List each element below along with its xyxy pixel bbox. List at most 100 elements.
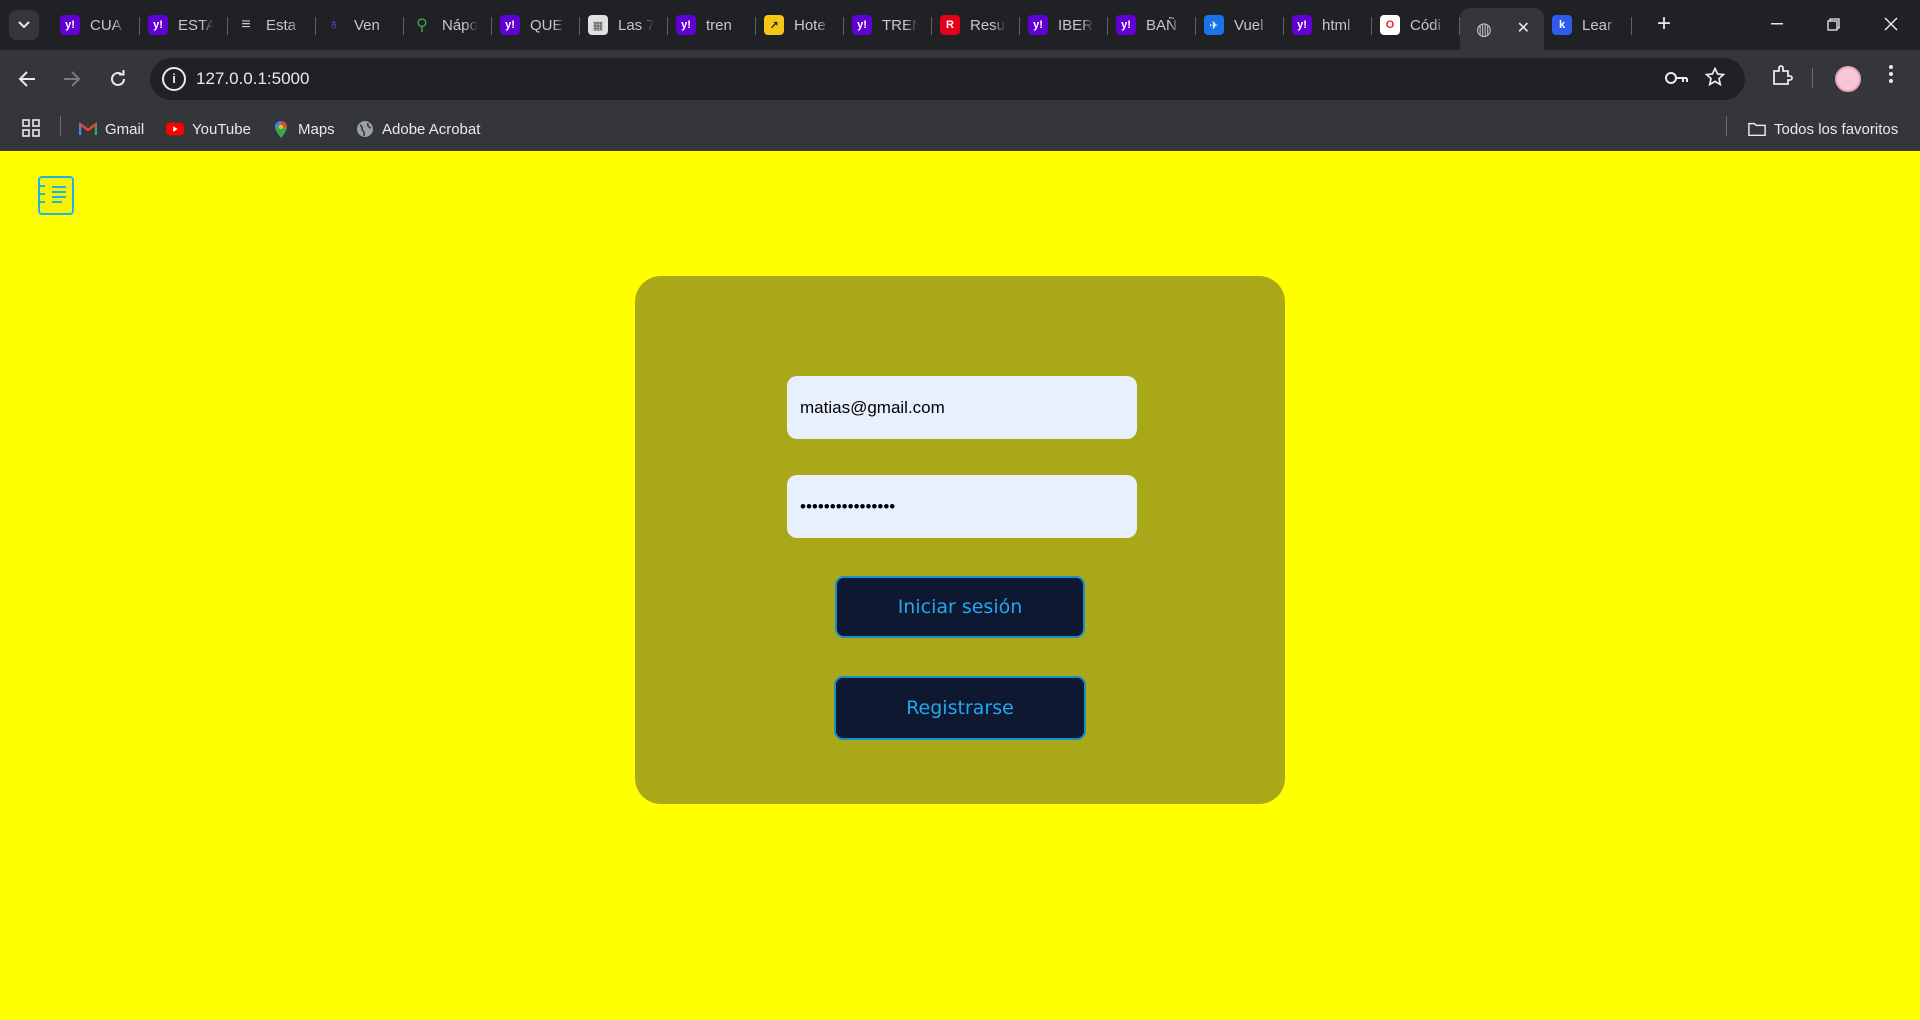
reload-icon	[111, 70, 125, 86]
tab[interactable]: y! BAÑ	[1108, 8, 1196, 42]
url-text[interactable]: 127.0.0.1:5000	[196, 69, 309, 89]
globe-icon: ◍	[1474, 19, 1494, 39]
maps-pin-icon: ⚲	[412, 15, 432, 35]
tab[interactable]: y! CUA	[52, 8, 140, 42]
tab-title: IBER	[1058, 16, 1094, 34]
profile-avatar[interactable]	[1835, 66, 1861, 92]
tab[interactable]: y! IBER	[1020, 8, 1108, 42]
tab-title: Las 7	[618, 16, 654, 34]
bookmarks-divider	[60, 116, 61, 136]
tab-title: BAÑ	[1146, 16, 1177, 34]
page-content: matias@gmail.com •••••••••••••••• Inicia…	[0, 151, 1920, 1020]
tab-strip: y! CUA y! ESTA ≡ Esta ♁ Ven ⚲ Nápo y! QUE ▦ Las 7 y! tr…	[0, 0, 1920, 50]
password-field[interactable]: ••••••••••••••••	[787, 475, 1137, 538]
tab-title: Esta	[266, 16, 297, 34]
tab-title: Nápo	[442, 16, 478, 34]
tab-list: y! CUA y! ESTA ≡ Esta ♁ Ven ⚲ Nápo y! QUE ▦ Las 7 y! tr…	[52, 8, 1632, 50]
tab-title: QUE	[530, 16, 563, 34]
tab[interactable]: k Lear	[1544, 8, 1632, 42]
maps-icon	[272, 120, 290, 138]
extensions-icon[interactable]	[1771, 64, 1793, 92]
bookmark-label: YouTube	[192, 120, 251, 138]
login-button[interactable]: Iniciar sesión	[835, 576, 1085, 638]
bookmarks-bar: Gmail YouTube Maps Adobe Acrobat Todos l…	[0, 108, 1920, 151]
key-icon[interactable]	[1665, 68, 1689, 91]
tab-title: html	[1322, 16, 1351, 34]
forward-button[interactable]	[57, 64, 87, 94]
tab[interactable]: y! ESTA	[140, 8, 228, 42]
figure-icon: ♁	[324, 15, 344, 35]
star-icon[interactable]	[1704, 66, 1726, 93]
site-info-icon[interactable]: i	[162, 67, 186, 91]
opera-icon: O	[1380, 15, 1400, 35]
register-button[interactable]: Registrarse	[834, 676, 1086, 740]
tab[interactable]: ✈ Vuel	[1196, 8, 1284, 42]
tab-title: tren	[706, 16, 732, 34]
tab[interactable]: ≡ Esta	[228, 8, 316, 42]
tab-search-button[interactable]	[9, 10, 39, 40]
tab-title: Hote	[794, 16, 826, 34]
yahoo-icon: y!	[1292, 15, 1312, 35]
close-window-button[interactable]	[1868, 6, 1914, 42]
tab-title: Ven	[354, 16, 380, 34]
tab[interactable]: y! TREN	[844, 8, 932, 42]
arrow-left-icon	[18, 71, 35, 87]
back-button[interactable]	[12, 64, 42, 94]
tab[interactable]: y! tren	[668, 8, 756, 42]
yahoo-icon: y!	[148, 15, 168, 35]
chevron-down-icon	[18, 21, 30, 29]
bookmark-label: Gmail	[105, 120, 145, 138]
address-bar[interactable]: i 127.0.0.1:5000	[150, 58, 1745, 100]
tab[interactable]: R Resu	[932, 8, 1020, 42]
yahoo-icon: y!	[60, 15, 80, 35]
minimize-icon	[1771, 23, 1783, 25]
gmail-icon	[79, 120, 97, 138]
minimize-button[interactable]	[1754, 6, 1800, 42]
yahoo-icon: y!	[500, 15, 520, 35]
tab-title: Vuel	[1234, 16, 1264, 34]
menu-icon[interactable]	[1888, 64, 1894, 90]
tab[interactable]: ▦ Las 7	[580, 8, 668, 42]
tab[interactable]: O Códi	[1372, 8, 1460, 42]
tab[interactable]: y! QUE	[492, 8, 580, 42]
flights-icon: ✈	[1204, 15, 1224, 35]
bookmark-maps[interactable]: Maps	[272, 120, 335, 138]
tab-title: Lear	[1582, 16, 1613, 34]
bookmark-youtube[interactable]: YouTube	[166, 120, 251, 138]
close-tab-icon[interactable]: ✕	[1517, 18, 1530, 38]
globe-icon	[356, 120, 374, 138]
bookmark-label: Maps	[298, 120, 335, 138]
yahoo-icon: y!	[1028, 15, 1048, 35]
all-bookmarks-label: Todos los favoritos	[1774, 120, 1899, 138]
new-tab-button[interactable]: +	[1650, 10, 1678, 38]
bookmarks-divider	[1726, 116, 1727, 136]
browser-toolbar: i 127.0.0.1:5000	[0, 50, 1920, 108]
email-field[interactable]: matias@gmail.com	[787, 376, 1137, 439]
bookmark-label: Adobe Acrobat	[382, 120, 481, 138]
youtube-icon	[166, 120, 184, 138]
renfe-icon: R	[940, 15, 960, 35]
close-icon	[1884, 17, 1898, 31]
login-card: matias@gmail.com •••••••••••••••• Inicia…	[635, 276, 1285, 804]
tab[interactable]: y! html	[1284, 8, 1372, 42]
yahoo-icon: y!	[1116, 15, 1136, 35]
bookmark-adobe-acrobat[interactable]: Adobe Acrobat	[356, 120, 480, 138]
tab-active[interactable]: ◍ ✕	[1460, 8, 1544, 50]
tab-title: CUA	[90, 16, 122, 34]
notebook-list-icon[interactable]	[37, 176, 74, 215]
apps-icon[interactable]	[22, 119, 40, 137]
restore-icon	[1826, 17, 1840, 31]
reload-button[interactable]	[103, 64, 133, 94]
k-icon: k	[1552, 15, 1572, 35]
tab-title: Resu	[970, 16, 1006, 34]
image-icon: ▦	[588, 15, 608, 35]
all-bookmarks-folder[interactable]: Todos los favoritos	[1748, 120, 1898, 138]
bookmark-gmail[interactable]: Gmail	[79, 120, 144, 138]
tab-title: ESTA	[178, 16, 214, 34]
tab[interactable]: ⚲ Nápo	[404, 8, 492, 42]
restore-button[interactable]	[1810, 6, 1856, 42]
yahoo-icon: y!	[676, 15, 696, 35]
toolbar-divider	[1812, 68, 1813, 88]
tab[interactable]: ♁ Ven	[316, 8, 404, 42]
tab[interactable]: ↗ Hote	[756, 8, 844, 42]
